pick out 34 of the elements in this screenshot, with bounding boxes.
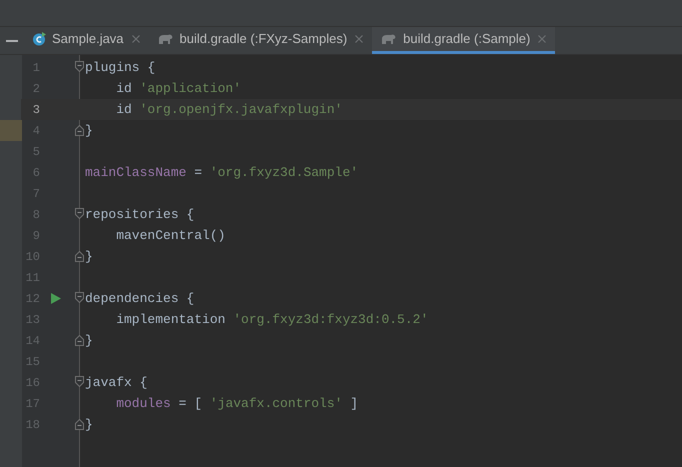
fold-icon[interactable]: [75, 61, 84, 72]
unfold-icon[interactable]: [75, 125, 84, 136]
unfold-icon[interactable]: [75, 335, 84, 346]
fold-icon[interactable]: [75, 208, 84, 219]
code-line: dependencies {: [84, 290, 194, 308]
editor-tab[interactable]: Sample.java: [23, 27, 149, 54]
code-line: id 'org.openjfx.javafxplugin': [115, 100, 342, 119]
minimize-icon[interactable]: [6, 40, 18, 42]
code-line: repositories {: [84, 206, 194, 224]
code-line: }: [84, 122, 93, 140]
code-line: }: [84, 332, 93, 350]
fold-icon[interactable]: [75, 376, 84, 387]
code-line: mainClassName = 'org.fxyz3d.Sample': [84, 164, 358, 182]
code-line: mavenCentral(): [115, 226, 226, 245]
tab-label: build.gradle (:Sample): [403, 30, 530, 48]
tab-label: Sample.java: [52, 30, 124, 48]
editor-tab[interactable]: build.gradle (:Sample): [372, 27, 556, 54]
code-line: javafx {: [84, 374, 148, 392]
code-line: implementation 'org.fxyz3d:fxyz3d:0.5.2': [115, 310, 428, 329]
elephant-icon: [158, 33, 174, 45]
code-line: modules = [ 'javafx.controls' ]: [115, 394, 358, 413]
unfold-icon[interactable]: [75, 251, 84, 262]
class-icon: [32, 32, 46, 46]
code-line: }: [84, 416, 93, 434]
code-line: plugins {: [84, 58, 156, 77]
line-number: 3: [32, 102, 40, 118]
unfold-icon[interactable]: [75, 419, 84, 430]
tab-label: build.gradle (:FXyz-Samples): [180, 30, 348, 48]
code-line: id 'application': [115, 80, 242, 98]
elephant-icon: [381, 33, 398, 45]
code-line: }: [84, 248, 93, 266]
run-icon[interactable]: [51, 293, 61, 304]
editor-tab[interactable]: build.gradle (:FXyz-Samples): [148, 27, 372, 54]
fold-icon[interactable]: [75, 292, 84, 303]
